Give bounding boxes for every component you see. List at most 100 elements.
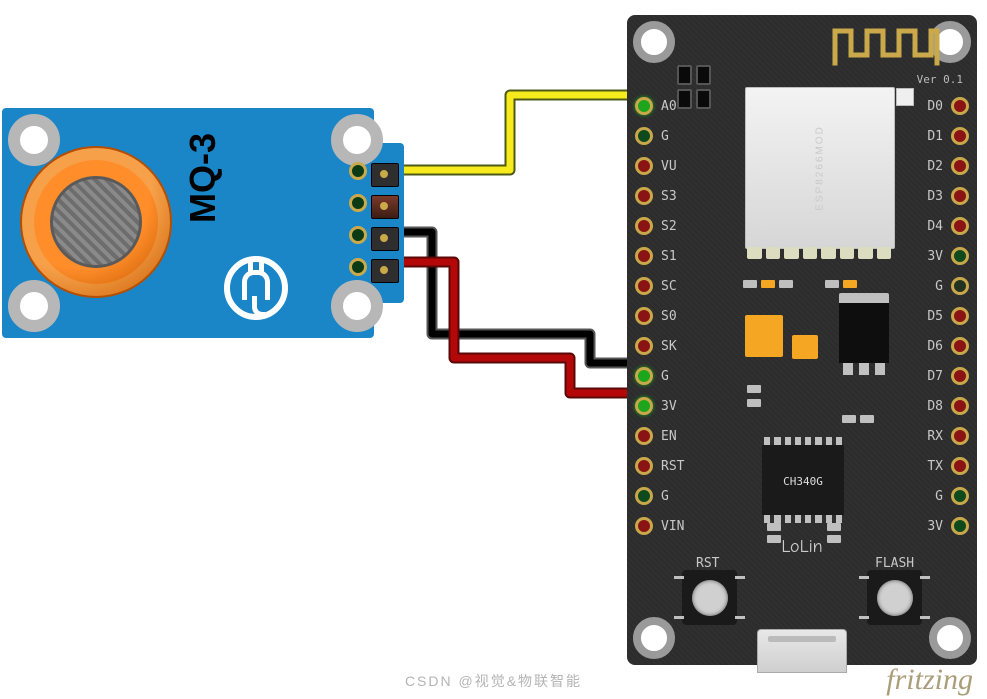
- pin-right-3v: 3V: [927, 517, 969, 535]
- board-version-label: Ver 0.1: [917, 73, 963, 86]
- smd-component: [860, 415, 874, 423]
- pin-left-sc: SC: [635, 277, 677, 295]
- pin-left-s0: S0: [635, 307, 677, 325]
- pin-label: EN: [661, 429, 677, 444]
- pin-label: VU: [661, 159, 677, 174]
- pin-hole: [951, 247, 969, 265]
- pin-label: D6: [927, 339, 943, 354]
- jumper-pad: [677, 65, 711, 85]
- pin-left-s3: S3: [635, 187, 677, 205]
- pin-hole: [951, 277, 969, 295]
- pin-hole: [635, 337, 653, 355]
- pin-hole: [635, 397, 653, 415]
- pin-left-a0: A0: [635, 97, 677, 115]
- pin-label: G: [661, 129, 669, 144]
- pin-right-d4: D4: [927, 217, 969, 235]
- pin-label: S3: [661, 189, 677, 204]
- pin-hole: [951, 517, 969, 535]
- mount-hole: [331, 280, 383, 332]
- pin-label: D0: [927, 99, 943, 114]
- pin-label: SC: [661, 279, 677, 294]
- pin-right-tx: TX: [927, 457, 969, 475]
- pin-hole: [635, 217, 653, 235]
- nodemcu-lolin-board: Ver 0.1 ESP8266MOD A0 G VU S3 S2 S1 SC S0 SK G 3V E…: [627, 15, 977, 665]
- smd-component: [842, 415, 856, 423]
- sensor-pin-header: [371, 163, 397, 283]
- smd-component: [767, 523, 781, 531]
- pin-left-rst: RST: [635, 457, 684, 475]
- pin-left-g: G: [635, 367, 669, 385]
- sensor-model-label: MQ-3: [182, 133, 224, 223]
- pin-hole: [951, 157, 969, 175]
- pin-right-d1: D1: [927, 127, 969, 145]
- pin-hole: [951, 307, 969, 325]
- pin-column-left: A0GVUS3S2S1SCS0SKG3VENRSTGVIN: [635, 97, 695, 535]
- pin-right-d6: D6: [927, 337, 969, 355]
- sensor-header-vcc: [371, 259, 399, 283]
- pin-right-d8: D8: [927, 397, 969, 415]
- pin-label: TX: [927, 459, 943, 474]
- pin-hole: [951, 427, 969, 445]
- pin-right-g: G: [935, 487, 969, 505]
- pin-hole: [951, 187, 969, 205]
- plug-icon: [224, 256, 288, 320]
- pin-label: 3V: [927, 249, 943, 264]
- mount-hole: [929, 617, 971, 659]
- sensor-header-ao: [371, 163, 399, 187]
- tantalum-cap: [792, 335, 818, 359]
- mq3-sensor-module: MQ-3: [2, 108, 389, 338]
- pin-right-d5: D5: [927, 307, 969, 325]
- pin-label: S1: [661, 249, 677, 264]
- pin-hole: [951, 97, 969, 115]
- smd-component: [843, 280, 857, 288]
- pin-hole: [951, 487, 969, 505]
- mount-hole: [331, 114, 383, 166]
- pin-hole: [635, 367, 653, 385]
- pin-label: A0: [661, 99, 677, 114]
- sensor-pin-ao: [349, 162, 367, 180]
- sensor-pin-do: [349, 194, 367, 212]
- pin-hole: [951, 127, 969, 145]
- pin-left-vu: VU: [635, 157, 677, 175]
- pin-right-3v: 3V: [927, 247, 969, 265]
- flash-button[interactable]: FLASH: [867, 570, 922, 625]
- pin-hole: [635, 97, 653, 115]
- pin-hole: [635, 457, 653, 475]
- smd-component: [779, 280, 793, 288]
- smd-component: [743, 280, 757, 288]
- pin-label: RX: [927, 429, 943, 444]
- pin-label: S2: [661, 219, 677, 234]
- pin-label: D4: [927, 219, 943, 234]
- pin-label: G: [935, 489, 943, 504]
- board-product-label: LoLin: [627, 536, 977, 557]
- pin-left-vin: VIN: [635, 517, 684, 535]
- tantalum-cap: [745, 315, 783, 357]
- pin-hole: [635, 517, 653, 535]
- pin-label: S0: [661, 309, 677, 324]
- pin-label: D5: [927, 309, 943, 324]
- pin-left-sk: SK: [635, 337, 677, 355]
- smd-component: [827, 523, 841, 531]
- pin-hole: [635, 247, 653, 265]
- micro-usb-port: [757, 629, 847, 673]
- smd-component: [747, 399, 761, 407]
- shield-pads: [745, 247, 893, 259]
- pin-right-d2: D2: [927, 157, 969, 175]
- flash-button-label: FLASH: [875, 556, 914, 571]
- pin-label: 3V: [661, 399, 677, 414]
- pin-hole: [951, 397, 969, 415]
- mount-hole: [633, 617, 675, 659]
- pin-hole: [951, 457, 969, 475]
- smd-component: [825, 280, 839, 288]
- pin-label: SK: [661, 339, 677, 354]
- pin-hole: [951, 337, 969, 355]
- esp8266-shield: ESP8266MOD: [745, 87, 895, 249]
- mount-hole: [633, 21, 675, 63]
- pin-hole: [635, 187, 653, 205]
- pin-hole: [635, 277, 653, 295]
- pin-label: RST: [661, 459, 684, 474]
- shield-chip-label: ESP8266MOD: [815, 125, 826, 211]
- rst-button[interactable]: RST: [682, 570, 737, 625]
- voltage-regulator-pins: [843, 363, 885, 375]
- pin-label: VIN: [661, 519, 684, 534]
